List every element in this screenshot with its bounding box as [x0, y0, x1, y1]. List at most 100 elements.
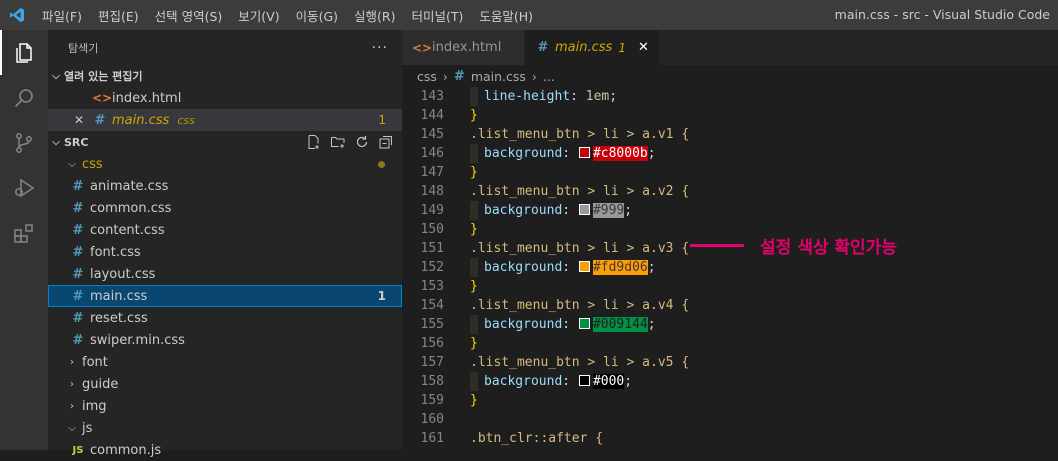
file-item[interactable]: # font.css [48, 241, 402, 263]
extensions-icon[interactable] [0, 210, 48, 255]
close-icon[interactable]: ✕ [638, 40, 649, 55]
file-label: font.css [90, 244, 141, 260]
folder-guide[interactable]: › guide [48, 373, 402, 395]
explorer-actions [306, 131, 394, 153]
color-swatch[interactable] [578, 318, 590, 329]
css-property: background [484, 146, 563, 161]
open-editor-item[interactable]: <> index.html [48, 87, 402, 109]
html-icon: <> [412, 40, 433, 55]
line-number: 144 [420, 108, 444, 123]
explorer-title: 탐색기 [68, 41, 99, 55]
color-value: #000 [592, 374, 625, 389]
tab-label: main.css [555, 40, 613, 55]
code-line: 151 .list_menu_btn > li > a.v3 { [402, 239, 1058, 258]
menu-help[interactable]: 도움말(H) [471, 6, 541, 25]
css-file-icon: # [72, 266, 84, 282]
menu-terminal[interactable]: 터미널(T) [404, 6, 472, 25]
annotation-text: 설정 색상 확인가능 [760, 238, 897, 258]
code-line: 146 background: #c8000b; [402, 144, 1058, 163]
css-property: background [484, 203, 563, 218]
line-number: 145 [420, 127, 444, 142]
open-editors-header[interactable]: ⌵ 열려 있는 편집기 [48, 65, 402, 87]
code-line: 149 background: #999; [402, 201, 1058, 220]
folder-label: js [82, 420, 93, 436]
collapse-all-icon[interactable] [378, 134, 394, 150]
css-selector: .list_menu_btn > li > a.v1 { [470, 127, 690, 142]
folder-img[interactable]: › img [48, 395, 402, 417]
line-number: 156 [420, 336, 444, 351]
file-item[interactable]: # layout.css [48, 263, 402, 285]
file-item[interactable]: # reset.css [48, 307, 402, 329]
breadcrumb: css › # main.css › ... [402, 65, 1058, 87]
code-line: 152 background: #fd9d06; [402, 258, 1058, 277]
code-line: 157 .list_menu_btn > li > a.v5 { [402, 353, 1058, 372]
file-item[interactable]: # animate.css [48, 175, 402, 197]
css-property: background [484, 374, 563, 389]
more-actions-icon[interactable]: ··· [372, 40, 388, 56]
js-file-icon: JS [72, 444, 84, 456]
problem-badge: 1 [378, 113, 386, 127]
color-value: #c8000b [592, 146, 648, 161]
css-file-icon: # [72, 244, 84, 260]
source-control-icon[interactable] [0, 120, 48, 165]
line-number: 152 [420, 260, 444, 275]
new-folder-icon[interactable] [330, 134, 346, 150]
breadcrumb-item[interactable]: css [417, 69, 437, 84]
chevron-down-icon: ⌵ [68, 422, 76, 434]
file-label: animate.css [90, 178, 169, 194]
files-icon[interactable] [0, 30, 48, 75]
menu-edit[interactable]: 편집(E) [90, 6, 147, 25]
breadcrumb-item[interactable]: ... [543, 69, 555, 84]
chevron-right-icon: › [70, 400, 74, 412]
color-swatch[interactable] [578, 204, 590, 215]
vscode-logo-icon [0, 0, 34, 30]
close-icon[interactable]: ✕ [74, 113, 92, 127]
new-file-icon[interactable] [306, 134, 322, 150]
tab-main-css[interactable]: # main.css 1 ✕ [525, 30, 660, 65]
src-folder-header[interactable]: ⌵ SRC [48, 131, 402, 153]
file-item-selected[interactable]: # main.css 1 [48, 285, 402, 307]
color-swatch[interactable] [578, 261, 590, 272]
refresh-icon[interactable] [354, 134, 370, 150]
color-value: #009144 [592, 317, 648, 332]
menu-go[interactable]: 이동(G) [288, 6, 346, 25]
folder-label: font [82, 354, 108, 370]
code-line: 155 background: #009144; [402, 315, 1058, 334]
menu-view[interactable]: 보기(V) [230, 6, 287, 25]
open-editors-label: 열려 있는 편집기 [64, 70, 143, 83]
search-icon[interactable] [0, 75, 48, 120]
css-file-icon: # [72, 288, 84, 304]
open-editor-folder: css [177, 113, 195, 127]
folder-label: guide [82, 376, 119, 392]
run-debug-icon[interactable] [0, 165, 48, 210]
chevron-down-icon: ⌵ [52, 136, 60, 148]
file-item[interactable]: JS common.js [48, 439, 402, 461]
code-line: 147} [402, 163, 1058, 182]
close-brace: } [470, 336, 478, 351]
problem-badge: 1 [377, 289, 386, 303]
tab-index-html[interactable]: <> index.html [402, 30, 525, 65]
breadcrumb-item[interactable]: main.css [471, 69, 526, 84]
line-number: 148 [420, 184, 444, 199]
folder-css[interactable]: ⌵ css [48, 153, 402, 175]
file-item[interactable]: # swiper.min.css [48, 329, 402, 351]
file-item[interactable]: # common.css [48, 197, 402, 219]
css-selector: .list_menu_btn > li > a.v4 { [470, 298, 690, 313]
code-line: 153} [402, 277, 1058, 296]
folder-font[interactable]: › font [48, 351, 402, 373]
code-editor[interactable]: 143 line-height: 1em; 144} 145 .list_menu_… [402, 87, 1058, 448]
code-line: 158 background: #000; [402, 372, 1058, 391]
file-item[interactable]: # content.css [48, 219, 402, 241]
folder-js[interactable]: ⌵ js [48, 417, 402, 439]
menu-selection[interactable]: 선택 영역(S) [147, 6, 231, 25]
open-editor-item-active[interactable]: ✕ # main.css css 1 [48, 109, 402, 131]
line-number: 161 [420, 431, 444, 446]
color-swatch[interactable] [578, 147, 590, 158]
color-swatch[interactable] [578, 375, 590, 386]
file-label: content.css [90, 222, 165, 238]
line-number: 146 [420, 146, 444, 161]
line-number: 159 [420, 393, 444, 408]
menu-file[interactable]: 파일(F) [34, 6, 90, 25]
menu-run[interactable]: 실행(R) [346, 6, 403, 25]
line-number: 160 [420, 412, 444, 427]
